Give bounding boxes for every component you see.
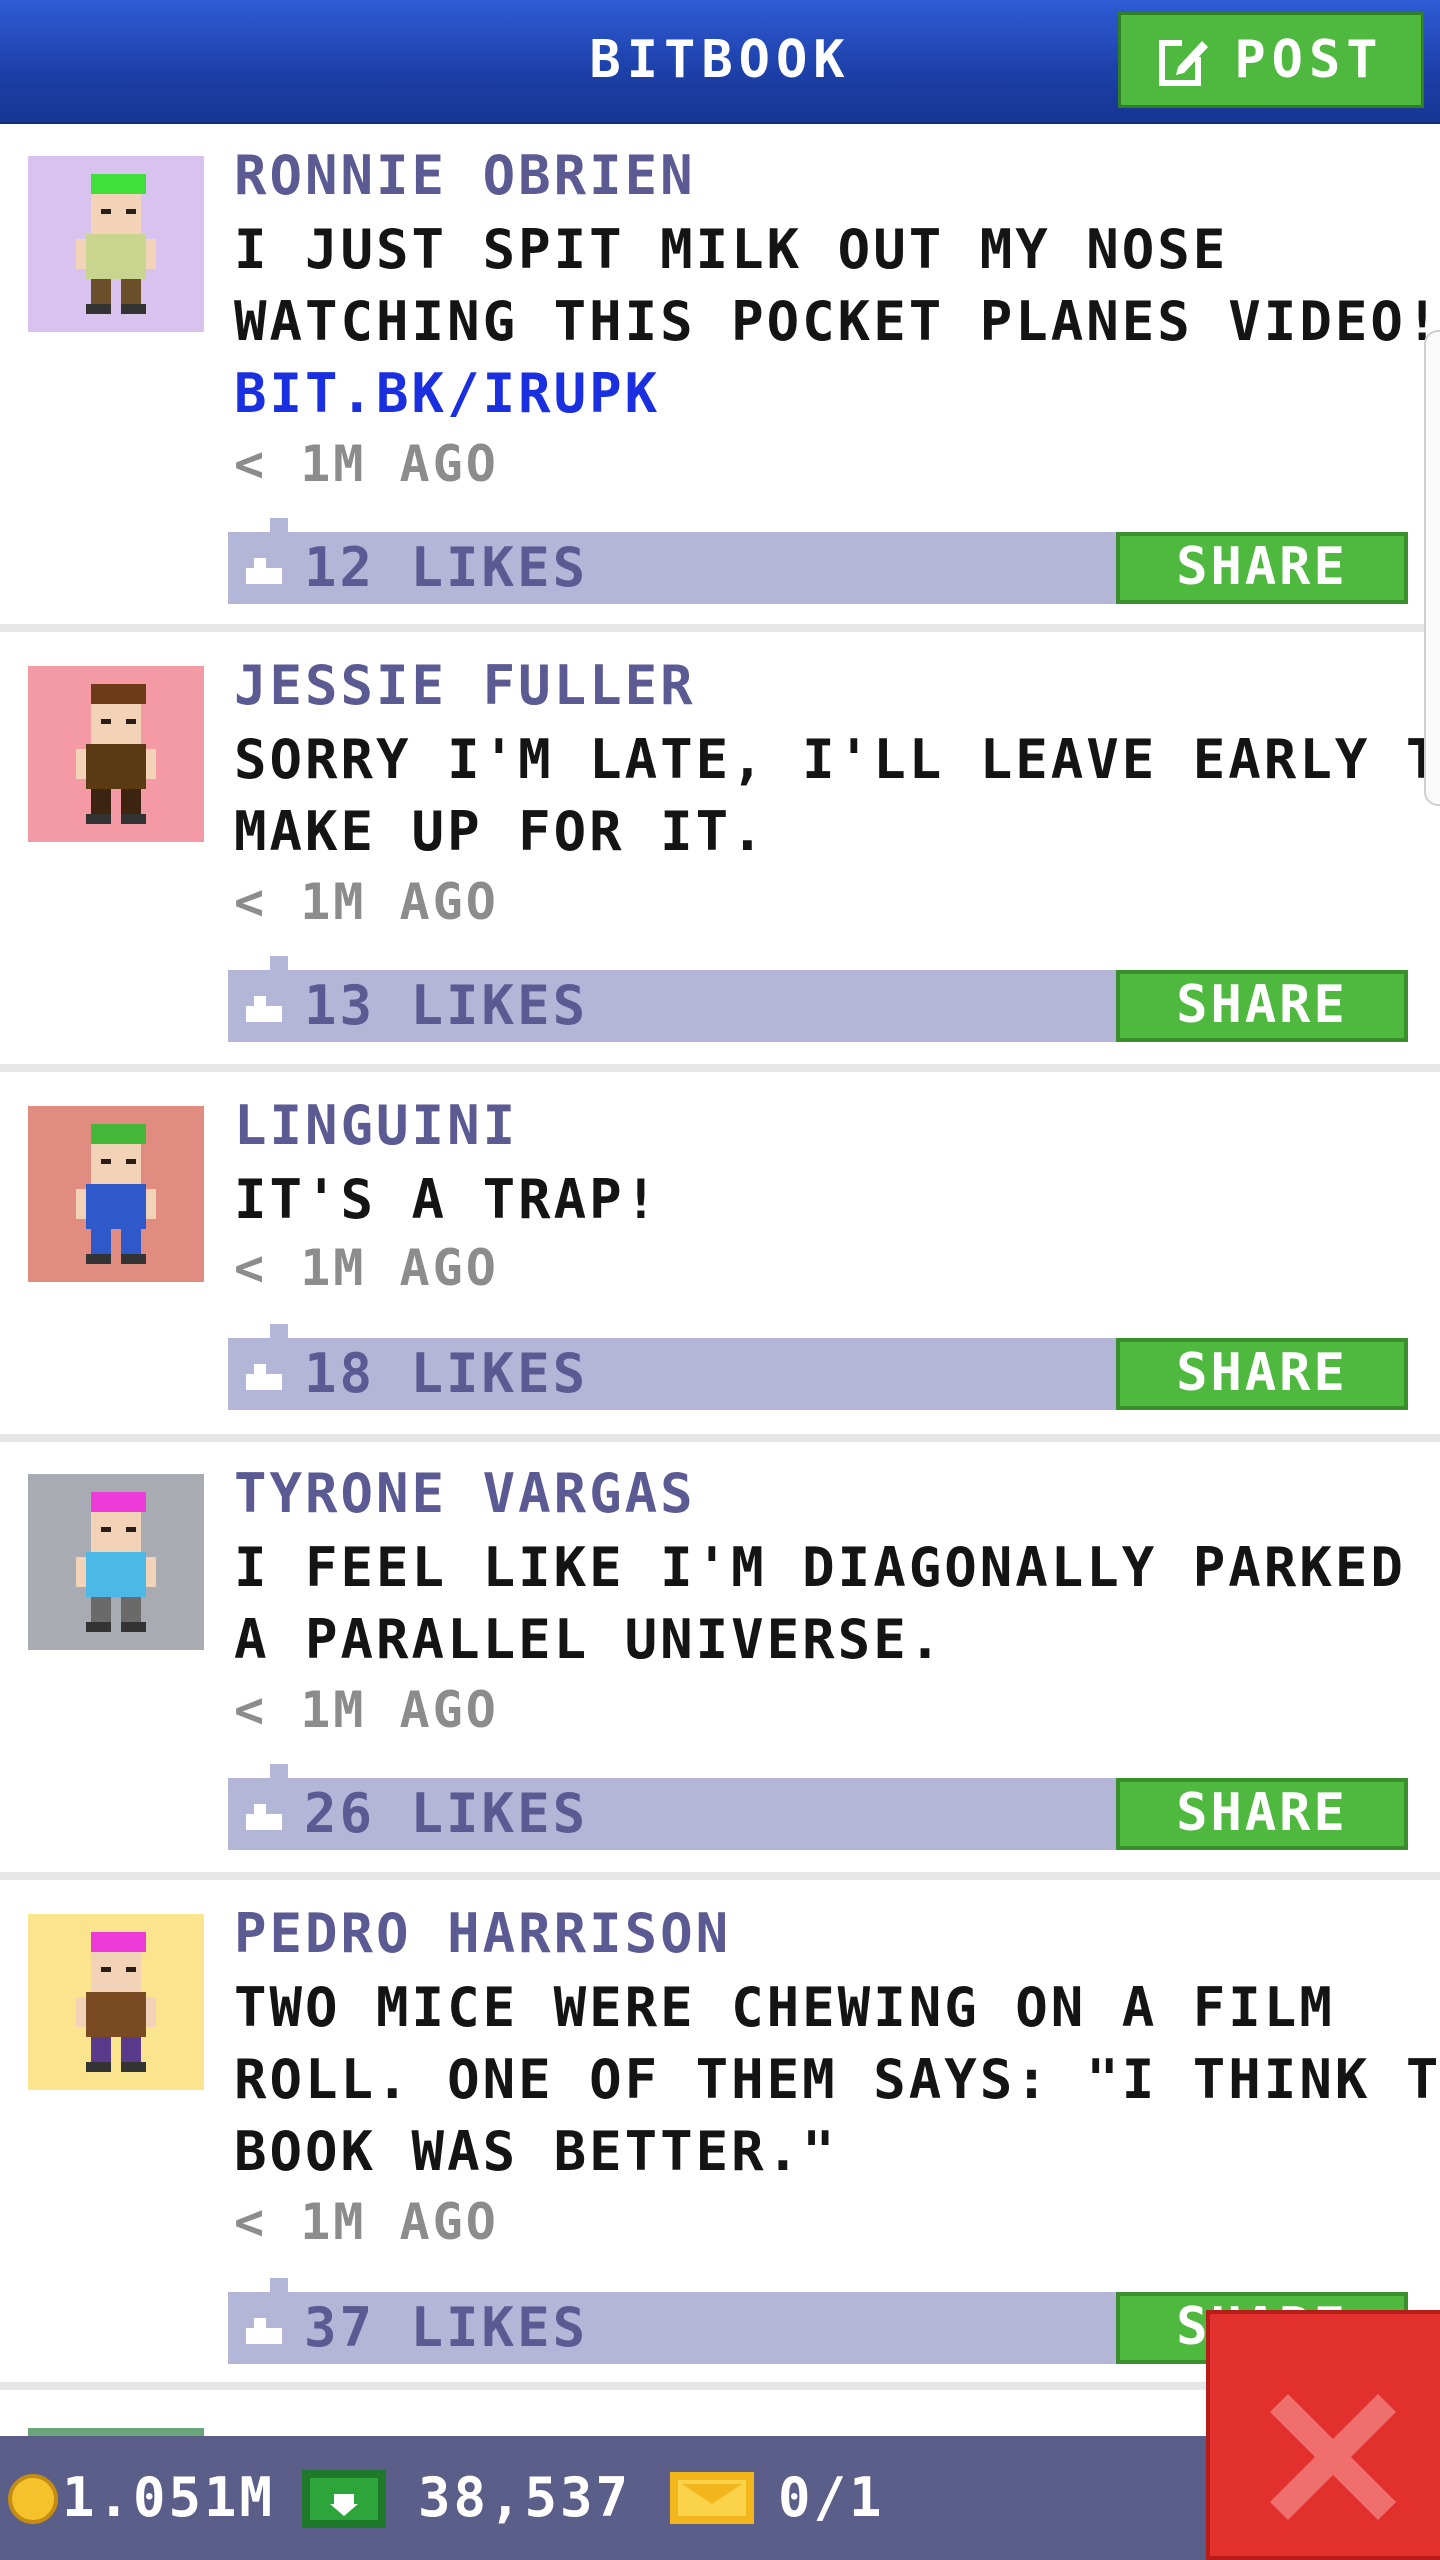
avatar[interactable] xyxy=(28,1106,204,1282)
coin-icon xyxy=(8,2474,58,2524)
likes-bar: 26 LIKES SHARE xyxy=(228,1764,1408,1850)
likes-count: 13 LIKES xyxy=(304,974,589,1037)
post-link[interactable]: BIT.BK/IRUPK xyxy=(234,358,660,430)
avatar[interactable] xyxy=(28,156,204,332)
top-bar: BITBOOK POST xyxy=(0,0,1440,124)
share-button[interactable]: SHARE xyxy=(1116,970,1408,1042)
likes-bar-tab xyxy=(270,956,288,970)
divider xyxy=(0,1064,1440,1072)
likes-bar: 13 LIKES SHARE xyxy=(228,956,1408,1042)
divider xyxy=(0,1434,1440,1442)
scrollbar[interactable] xyxy=(1424,330,1440,806)
post-text-line: IT'S A TRAP! xyxy=(234,1168,661,1231)
compose-icon xyxy=(1159,35,1213,86)
author-name[interactable]: JESSIE FULLER xyxy=(234,656,696,716)
post-text-line: A PARALLEL UNIVERSE. xyxy=(234,1608,945,1671)
timestamp: < 1M AGO xyxy=(234,2193,499,2251)
like-icon[interactable] xyxy=(244,2314,284,2346)
post-text-line: WATCHING THIS POCKET PLANES VIDEO! xyxy=(234,290,1440,353)
likes-bar-tab xyxy=(270,2278,288,2292)
avatar[interactable] xyxy=(28,1914,204,2090)
close-icon xyxy=(1270,2394,1396,2520)
likes-count: 26 LIKES xyxy=(304,1782,589,1845)
like-icon[interactable] xyxy=(244,1360,284,1392)
like-icon[interactable] xyxy=(244,992,284,1024)
author-name[interactable]: PEDRO HARRISON xyxy=(234,1904,731,1964)
likes-count: 18 LIKES xyxy=(304,1342,589,1405)
author-name[interactable]: RONNIE OBRIEN xyxy=(234,146,696,206)
likes-bar-tab xyxy=(270,1324,288,1338)
next-avatar-peek xyxy=(28,2428,204,2436)
character-sprite-icon xyxy=(76,1492,156,1632)
timestamp: < 1M AGO xyxy=(234,435,499,493)
close-button[interactable] xyxy=(1206,2310,1440,2560)
avatar[interactable] xyxy=(28,666,204,842)
timestamp: < 1M AGO xyxy=(234,1681,499,1739)
ticket-icon xyxy=(670,2472,754,2524)
likes-bar-tab xyxy=(270,1764,288,1778)
likes-bar: 18 LIKES SHARE xyxy=(228,1324,1408,1410)
like-icon[interactable] xyxy=(244,554,284,586)
author-name[interactable]: TYRONE VARGAS xyxy=(234,1464,696,1524)
author-name[interactable]: LINGUINI xyxy=(234,1096,518,1156)
like-icon[interactable] xyxy=(244,1800,284,1832)
post-text-line: I FEEL LIKE I'M DIAGONALLY PARKED IN xyxy=(234,1536,1440,1599)
post-text-line: SORRY I'M LATE, I'LL LEAVE EARLY TO xyxy=(234,728,1440,791)
divider xyxy=(0,624,1440,632)
avatar[interactable] xyxy=(28,1474,204,1650)
post-text-line: I JUST SPIT MILK OUT MY NOSE xyxy=(234,218,1229,281)
post-text-line: BOOK WAS BETTER." xyxy=(234,2120,838,2183)
cash-count: 38,537 xyxy=(418,2466,632,2529)
divider xyxy=(0,1872,1440,1880)
post-text-line: TWO MICE WERE CHEWING ON A FILM xyxy=(234,1976,1335,2039)
tickets-count: 0/1 xyxy=(778,2466,885,2529)
coins-count: 1.051M xyxy=(62,2466,276,2529)
post-button-label: POST xyxy=(1234,30,1384,90)
likes-count: 12 LIKES xyxy=(304,536,589,599)
likes-bar: 12 LIKES SHARE xyxy=(228,518,1408,604)
share-button[interactable]: SHARE xyxy=(1116,532,1408,604)
post-text-line: MAKE UP FOR IT. xyxy=(234,800,767,863)
character-sprite-icon xyxy=(76,174,156,314)
share-button[interactable]: SHARE xyxy=(1116,1778,1408,1850)
timestamp: < 1M AGO xyxy=(234,873,499,931)
character-sprite-icon xyxy=(76,684,156,824)
character-sprite-icon xyxy=(76,1124,156,1264)
post-text-line: ROLL. ONE OF THEM SAYS: "I THINK THE xyxy=(234,2048,1440,2111)
likes-bar-tab xyxy=(270,518,288,532)
character-sprite-icon xyxy=(76,1932,156,2072)
timestamp: < 1M AGO xyxy=(234,1239,499,1297)
post-button[interactable]: POST xyxy=(1118,12,1424,108)
share-button[interactable]: SHARE xyxy=(1116,1338,1408,1410)
cash-icon xyxy=(302,2470,386,2528)
likes-count: 37 LIKES xyxy=(304,2296,589,2359)
